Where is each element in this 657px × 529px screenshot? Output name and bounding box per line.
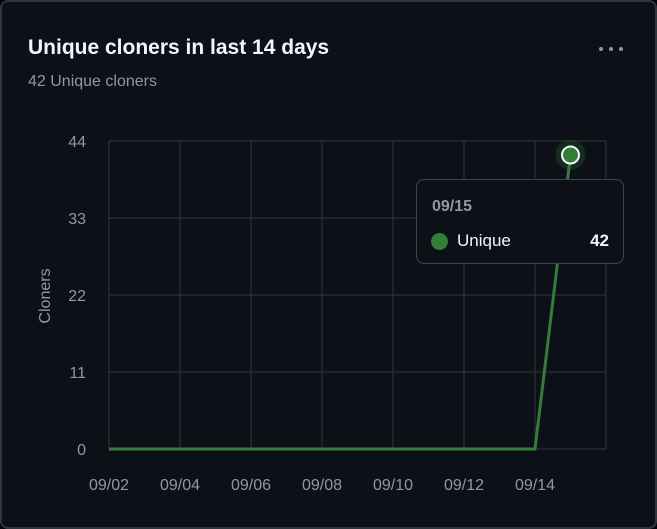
line-chart: 0 11 22 33 44 09/02 09/04 09/06 09/08 09/10 09/12 0… [37,134,607,494]
x-tick-label: 09/08 [302,477,342,494]
y-tick-label: 11 [69,365,86,382]
x-tick-label: 09/14 [515,477,555,494]
x-tick-label: 09/02 [89,477,129,494]
tooltip-series-name: Unique [457,231,511,250]
x-tick-label: 09/12 [444,477,484,494]
y-tick-label: 33 [68,211,86,228]
y-tick-label: 44 [68,134,86,151]
y-tick-label: 22 [68,288,86,305]
x-tick-label: 09/04 [160,477,200,494]
tooltip-series-swatch [431,233,448,250]
tooltip-value: 42 [590,231,609,250]
x-tick-label: 09/10 [373,477,413,494]
y-axis-label: Cloners [37,268,54,323]
x-tick-label: 09/06 [231,477,271,494]
tooltip-date: 09/15 [432,198,473,215]
data-point [561,145,580,165]
chart-tooltip: 09/15 Unique 42 [416,179,624,264]
y-tick-label: 0 [77,442,86,459]
